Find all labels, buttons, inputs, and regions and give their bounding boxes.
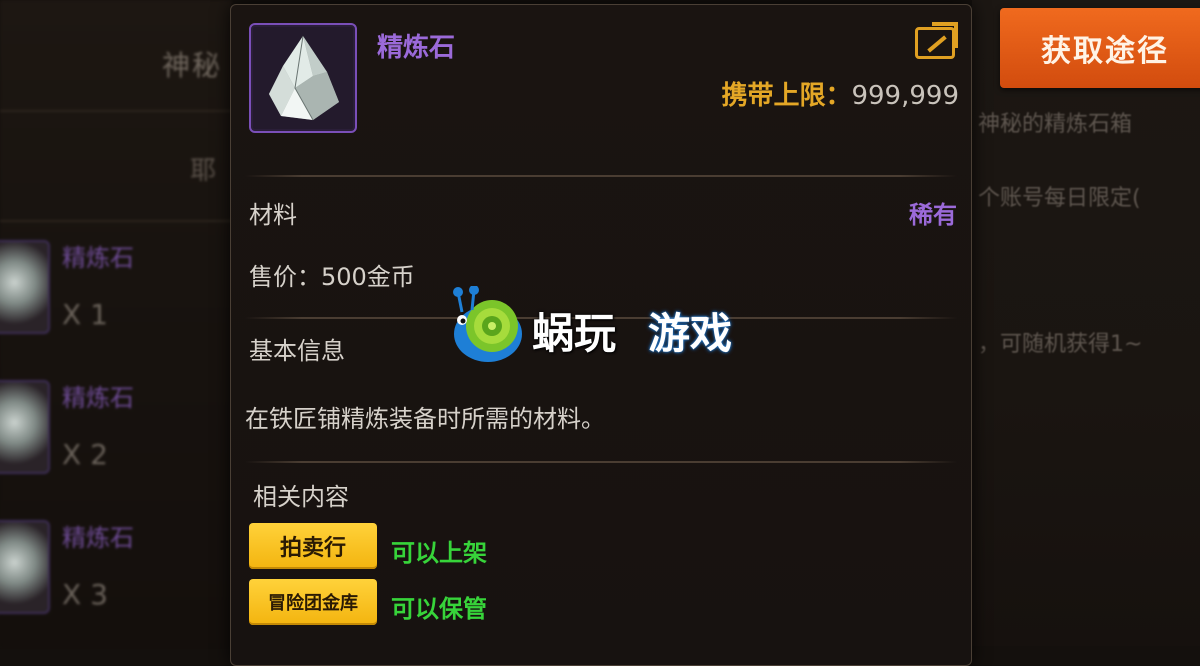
bg-item-qty: X 1: [62, 298, 108, 331]
item-name: 精炼石: [377, 33, 456, 63]
background-right-panel: 神秘的精炼石箱 个账号每日限定( ，可随机获得1~: [972, 0, 1200, 646]
item-description: 在铁匠铺精炼装备时所需的材料。: [245, 405, 605, 433]
bg-item-name: 精炼石: [62, 524, 134, 552]
related-header: 相关内容: [253, 483, 349, 511]
bg-right-text: ，可随机获得1~: [978, 332, 1143, 357]
carry-limit-row: 携带上限：999,999: [721, 75, 959, 112]
carry-limit-label: 携带上限：: [721, 81, 852, 111]
watermark: 蜗玩 游戏: [448, 286, 768, 366]
watermark-text: 蜗玩: [532, 309, 617, 358]
vault-note: 可以保管: [391, 595, 487, 623]
divider: [245, 461, 957, 463]
item-rarity: 稀有: [909, 201, 957, 229]
bg-item-qty: X 2: [62, 438, 108, 471]
refine-stone-icon: [0, 380, 50, 474]
bg-item-qty: X 3: [62, 578, 108, 611]
bg-divider: [0, 220, 232, 222]
refine-stone-icon: [0, 240, 50, 334]
item-icon-frame: [249, 23, 357, 133]
bg-left-sub: 耶: [190, 156, 217, 186]
bg-right-text: 个账号每日限定(: [978, 186, 1141, 211]
bg-left-title: 神秘: [162, 49, 223, 82]
get-source-button[interactable]: 获取途径: [1000, 8, 1200, 88]
bg-list-item: 精炼石 X 2: [0, 370, 230, 490]
snail-logo-icon: [453, 286, 522, 362]
refine-stone-icon: [269, 35, 339, 121]
bg-item-name: 精炼石: [62, 384, 134, 412]
bg-divider: [0, 110, 232, 112]
auction-note: 可以上架: [391, 539, 487, 567]
auction-house-button[interactable]: 拍卖行: [249, 523, 377, 569]
bg-list-item: 精炼石 X 1: [0, 230, 230, 350]
divider: [245, 175, 957, 177]
sell-price: 售价：500金币: [249, 263, 415, 291]
bg-list-item: 精炼石 X 3: [0, 510, 230, 630]
basic-info-header: 基本信息: [249, 337, 345, 365]
item-category: 材料: [249, 201, 297, 229]
watermark-text: 游戏: [648, 309, 733, 358]
background-left-panel: 神秘 耶 精炼石 X 1 精炼石 X 2 精炼石 X 3: [0, 0, 232, 646]
share-export-icon[interactable]: [915, 27, 955, 59]
guild-vault-button[interactable]: 冒险团金库: [249, 579, 377, 625]
refine-stone-icon: [0, 520, 50, 614]
bg-right-text: 神秘的精炼石箱: [978, 112, 1133, 137]
carry-limit-value: 999,999: [851, 81, 959, 111]
bg-item-name: 精炼石: [62, 244, 134, 272]
